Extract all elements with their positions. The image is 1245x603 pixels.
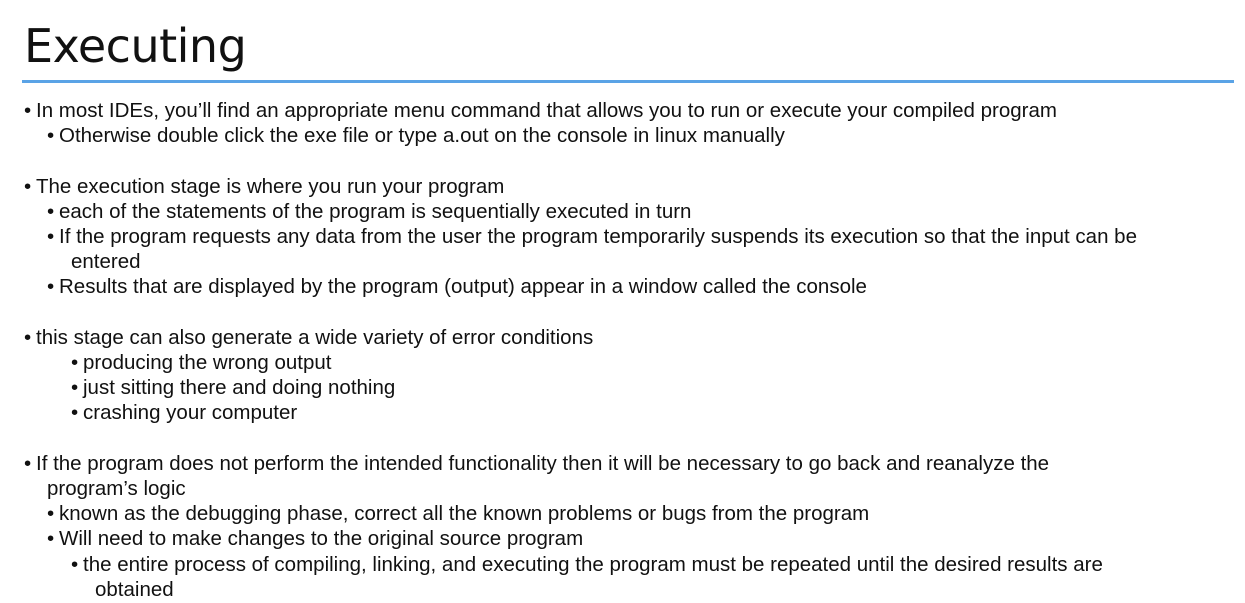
title-underline bbox=[22, 80, 1234, 83]
sub-bullet-item: • Will need to make changes to the origi… bbox=[0, 526, 1245, 551]
sub-sub-bullet-item: • producing the wrong output bbox=[0, 350, 1245, 375]
bullet-marker: • bbox=[47, 275, 55, 299]
bullet-marker: • bbox=[71, 552, 79, 576]
bullet-text: the entire process of compiling, linking… bbox=[83, 552, 1103, 576]
bullet-item: • The execution stage is where you run y… bbox=[0, 174, 1245, 199]
bullet-continuation: entered bbox=[71, 250, 141, 274]
bullet-text: just sitting there and doing nothing bbox=[83, 376, 396, 400]
slide-title: Executing bbox=[24, 19, 247, 73]
sub-bullet-item: • Results that are displayed by the prog… bbox=[0, 274, 1245, 299]
bullet-item: • If the program does not perform the in… bbox=[0, 451, 1245, 476]
bullet-marker: • bbox=[24, 99, 32, 122]
bullet-marker: • bbox=[24, 174, 32, 198]
bullet-marker: • bbox=[47, 124, 55, 148]
sub-bullet-item: • known as the debugging phase, correct … bbox=[0, 501, 1245, 526]
sub-bullet-item: • each of the statements of the program … bbox=[0, 199, 1245, 224]
bullet-text: Otherwise double click the exe file or t… bbox=[59, 124, 785, 148]
bullet-text: If the program does not perform the inte… bbox=[36, 451, 1050, 475]
bullet-text: Results that are displayed by the progra… bbox=[59, 275, 867, 299]
bullet-text: If the program requests any data from th… bbox=[59, 225, 1137, 248]
bullet-continuation: program’s logic bbox=[47, 477, 186, 500]
bullet-marker: • bbox=[71, 351, 79, 374]
bullet-continuation: obtained bbox=[95, 577, 174, 601]
sub-sub-bullet-item: • the entire process of compiling, linki… bbox=[0, 552, 1245, 577]
bullet-marker: • bbox=[47, 225, 55, 248]
bullet-text: known as the debugging phase, correct al… bbox=[59, 502, 870, 526]
bullet-text: In most IDEs, you’ll find an appropriate… bbox=[36, 99, 1057, 122]
bullet-marker: • bbox=[71, 401, 79, 425]
sub-bullet-item: • If the program requests any data from … bbox=[0, 224, 1245, 249]
bullet-marker: • bbox=[47, 502, 55, 526]
bullet-text: producing the wrong output bbox=[83, 351, 332, 374]
bullet-item: • this stage can also generate a wide va… bbox=[0, 325, 1245, 350]
bullet-marker: • bbox=[71, 376, 79, 400]
bullet-item: • In most IDEs, you’ll find an appropria… bbox=[0, 98, 1245, 123]
bullet-marker: • bbox=[47, 527, 55, 551]
sub-bullet-item: • Otherwise double click the exe file or… bbox=[0, 123, 1245, 148]
bullet-list: • In most IDEs, you’ll find an appropria… bbox=[0, 98, 1245, 602]
bullet-marker: • bbox=[24, 325, 32, 349]
sub-sub-bullet-item: • crashing your computer bbox=[0, 400, 1245, 425]
bullet-text: Will need to make changes to the origina… bbox=[59, 527, 584, 551]
sub-sub-bullet-item: • just sitting there and doing nothing bbox=[0, 375, 1245, 400]
bullet-text: crashing your computer bbox=[83, 401, 298, 425]
bullet-marker: • bbox=[47, 199, 55, 223]
bullet-text: this stage can also generate a wide vari… bbox=[36, 325, 594, 349]
bullet-marker: • bbox=[24, 451, 32, 475]
bullet-text: each of the statements of the program is… bbox=[59, 199, 692, 223]
bullet-text: The execution stage is where you run you… bbox=[36, 174, 505, 198]
